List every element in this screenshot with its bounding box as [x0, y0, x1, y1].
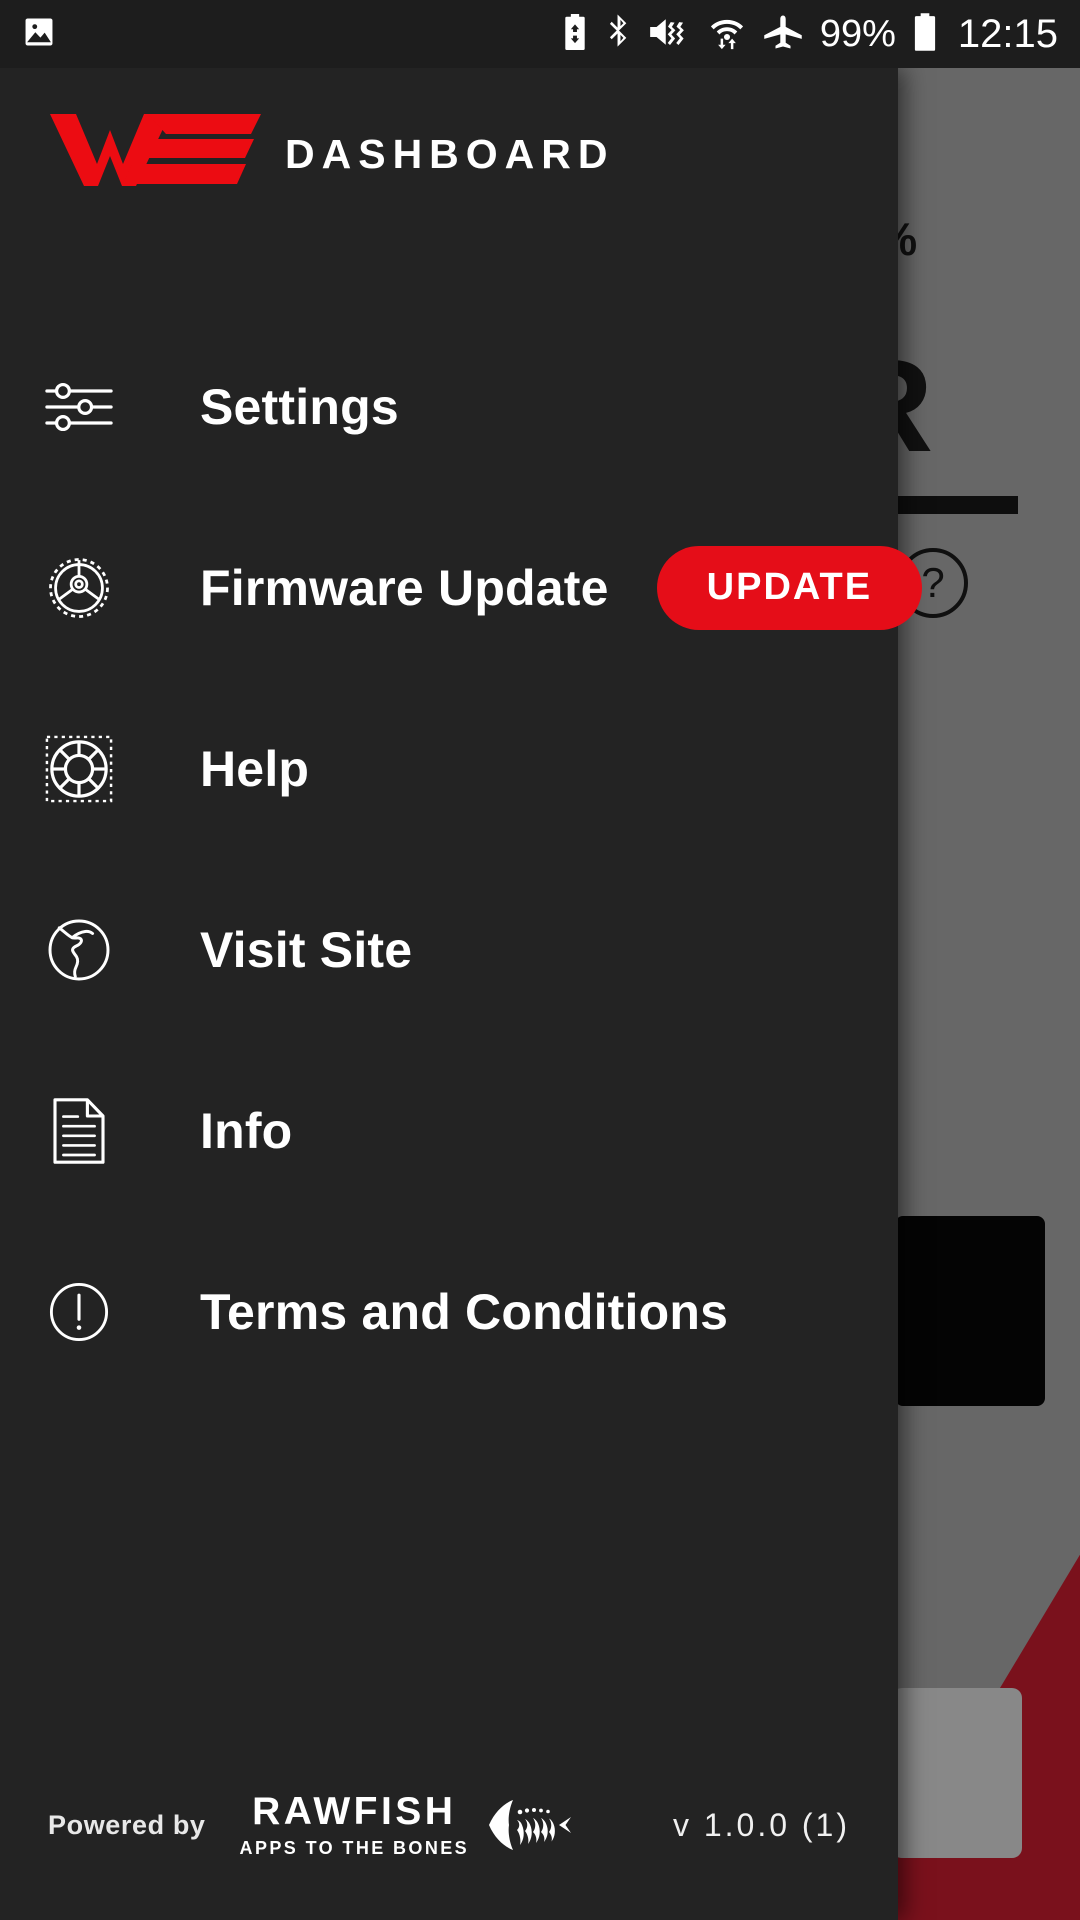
gear-cog-icon — [40, 549, 118, 627]
sliders-icon — [40, 368, 118, 446]
exclamation-circle-icon — [40, 1273, 118, 1351]
image-icon — [22, 15, 56, 54]
rawfish-logo: RAWFISH APPS TO THE BONES — [240, 1792, 574, 1859]
menu-item-label: Info — [200, 1102, 293, 1159]
drawer-header: DASHBOARD — [0, 68, 898, 228]
app-version-text: v 1.0.0 (1) — [672, 1806, 850, 1843]
page-title: DASHBOARD — [285, 130, 615, 177]
status-bar-left — [22, 15, 56, 54]
airplane-mode-icon — [762, 14, 804, 55]
battery-percent-text: 99% — [819, 13, 896, 55]
menu-item-label: Help — [200, 740, 310, 797]
globe-icon — [40, 911, 118, 989]
menu-item-settings[interactable]: Settings — [0, 316, 898, 497]
rawfish-name: RAWFISH — [252, 1789, 457, 1833]
status-bar-right: 99% 12:15 — [560, 12, 1058, 56]
menu-item-info[interactable]: Info — [0, 1040, 898, 1221]
menu-item-action: UPDATE — [656, 545, 923, 630]
menu-item-label: Settings — [200, 378, 399, 435]
wifi-icon — [708, 14, 746, 55]
bluetooth-icon — [606, 13, 632, 56]
battery-saver-icon — [560, 13, 590, 55]
rawfish-tagline: APPS TO THE BONES — [239, 1837, 470, 1858]
status-bar: 99% 12:15 — [0, 0, 1080, 68]
rawfish-wordmark: RAWFISH APPS TO THE BONES — [240, 1792, 470, 1859]
menu-item-firmware-update[interactable]: Firmware Update UPDATE — [0, 497, 923, 678]
mute-vibrate-icon — [648, 15, 692, 54]
document-icon — [40, 1092, 118, 1170]
fish-skeleton-icon — [469, 1797, 573, 1853]
menu-item-help[interactable]: Help — [0, 678, 898, 859]
drawer-footer: Powered by RAWFISH APPS TO THE BONES v 1… — [0, 1770, 898, 1920]
phone-screen: 0% R ? — [0, 0, 1080, 1920]
we-logo — [48, 108, 263, 188]
lifebuoy-icon — [40, 730, 118, 808]
clock-text: 12:15 — [957, 12, 1058, 56]
menu-item-label: Terms and Conditions — [200, 1283, 729, 1340]
menu-item-visit-site[interactable]: Visit Site — [0, 859, 898, 1040]
update-button[interactable]: UPDATE — [656, 545, 923, 630]
menu-item-label: Visit Site — [200, 921, 413, 978]
battery-icon — [912, 12, 938, 56]
menu-item-terms-and-conditions[interactable]: Terms and Conditions — [0, 1221, 898, 1402]
drawer-menu: Settings Firmware Update UPDATE Help Vis… — [0, 316, 923, 1402]
navigation-drawer: DASHBOARD Settings Firmware Update UPDAT… — [0, 68, 923, 1920]
menu-item-label: Firmware Update — [200, 559, 609, 616]
powered-by-label: Powered by — [48, 1809, 206, 1840]
